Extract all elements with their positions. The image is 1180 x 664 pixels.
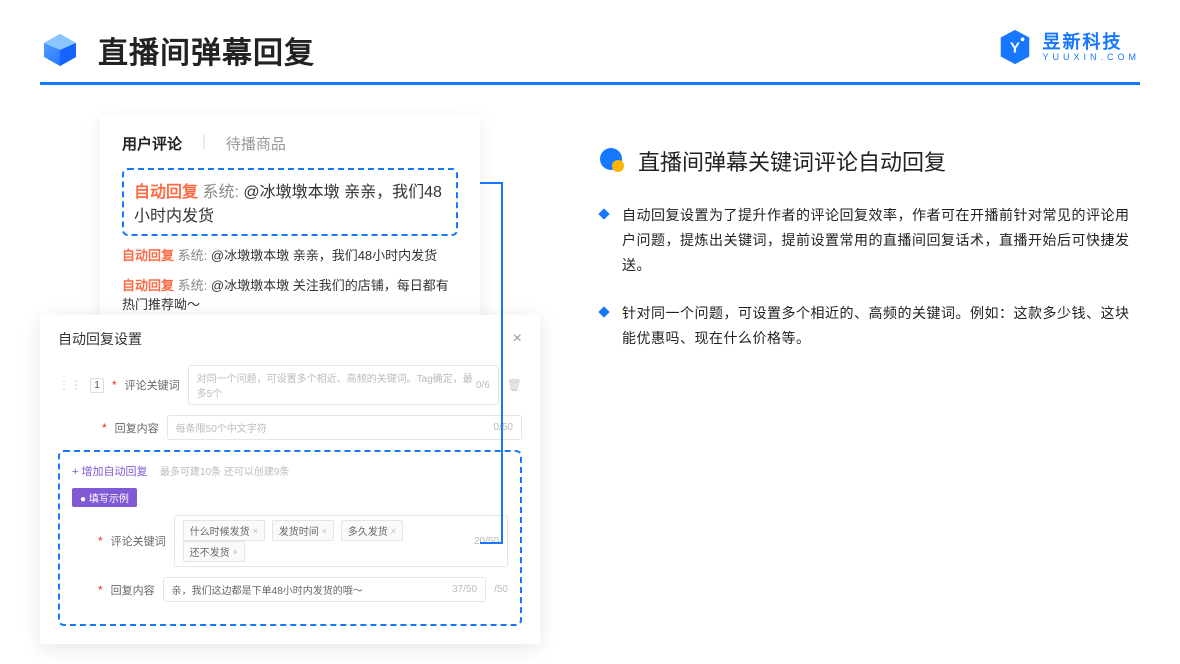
highlighted-comment: 自动回复 系统: @冰墩墩本墩 亲亲，我们48小时内发货 (122, 168, 458, 236)
tag-remove-icon[interactable]: × (253, 526, 258, 536)
example-reply-label: 回复内容 (111, 582, 155, 598)
placeholder-text: 对同一个问题，可设置多个相近、高频的关键词。Tag确定，最多5个 (197, 370, 476, 400)
outer-char-count: /50 (494, 584, 508, 595)
row-index: 1 (90, 378, 104, 393)
char-count: 0/50 (494, 422, 513, 433)
keyword-input[interactable]: 对同一个问题，可设置多个相近、高频的关键词。Tag确定，最多5个 0/6 (188, 365, 499, 405)
reply-label: 回复内容 (115, 420, 159, 436)
keyword-label: 评论关键词 (125, 377, 180, 393)
system-tag: 系统: (202, 184, 238, 201)
section-bullet-icon (600, 148, 626, 174)
add-auto-reply-link[interactable]: + 增加自动回复 (72, 466, 147, 478)
tag-remove-icon[interactable]: × (391, 526, 396, 536)
tab-separator: | (202, 133, 206, 154)
tab-user-comments[interactable]: 用户评论 (122, 133, 182, 154)
add-hint: 最多可建10条 还可以创建9条 (160, 467, 289, 478)
tag-remove-icon[interactable]: × (233, 547, 238, 557)
keyword-tag[interactable]: 多久发货× (341, 520, 403, 541)
auto-reply-tag: 自动回复 (134, 184, 198, 201)
comment-row: 自动回复 系统: @冰墩墩本墩 关注我们的店铺，每日都有热门推荐呦～ (122, 276, 458, 315)
svg-text:Y: Y (1010, 40, 1020, 57)
keyword-tag[interactable]: 发货时间× (272, 520, 334, 541)
settings-card: 自动回复设置 × ⋮⋮ 1 * 评论关键词 对同一个问题，可设置多个相近、高频的… (40, 315, 540, 644)
tag-remove-icon[interactable]: × (322, 526, 327, 536)
example-keyword-input[interactable]: 什么时候发货× 发货时间× 多久发货× 还不发货× 20/50 (174, 515, 508, 567)
paragraph-1: 自动回复设置为了提升作者的评论回复效率，作者可在开播前针对常见的评论用户问题，提… (622, 203, 1140, 279)
paragraph-2: 针对同一个问题，可设置多个相近的、高频的关键词。例如：这款多少钱、这块能优惠吗、… (622, 301, 1140, 351)
keyword-tag[interactable]: 什么时候发货× (183, 520, 265, 541)
char-count: 37/50 (452, 584, 477, 595)
cube-icon (40, 30, 80, 70)
required-star: * (102, 421, 107, 435)
comment-card: 用户评论 | 待播商品 自动回复 系统: @冰墩墩本墩 亲亲，我们48小时内发货… (100, 115, 480, 347)
brand-name-cn: 昱新科技 (1042, 33, 1140, 51)
required-star: * (98, 534, 103, 548)
fill-example-badge: ● 填写示例 (72, 488, 137, 507)
system-tag: 系统: (178, 278, 208, 293)
example-reply-input[interactable]: 亲，我们这边都是下单48小时内发货的哦～ 37/50 (163, 577, 486, 602)
system-tag: 系统: (178, 248, 208, 263)
placeholder-text: 每条限50个中文字符 (176, 420, 267, 435)
diamond-bullet-icon (598, 208, 609, 219)
close-icon[interactable]: × (513, 330, 522, 348)
required-star: * (112, 378, 117, 392)
char-count: 20/50 (474, 536, 499, 547)
reply-text: 亲，我们这边都是下单48小时内发货的哦～ (172, 582, 363, 597)
comment-text: @冰墩墩本墩 亲亲，我们48小时内发货 (211, 248, 437, 263)
tab-pending-products[interactable]: 待播商品 (226, 133, 286, 154)
comment-row: 自动回复 系统: @冰墩墩本墩 亲亲，我们48小时内发货 (122, 246, 458, 266)
section-title: 直播间弹幕关键词评论自动回复 (638, 145, 946, 177)
reply-input[interactable]: 每条限50个中文字符 0/50 (167, 415, 522, 440)
brand-name-en: YUUXIN.COM (1042, 53, 1140, 62)
keyword-tag[interactable]: 还不发货× (183, 541, 245, 562)
auto-reply-tag: 自动回复 (122, 248, 174, 263)
drag-handle-icon[interactable]: ⋮⋮ (58, 378, 82, 392)
auto-reply-tag: 自动回复 (122, 278, 174, 293)
example-keyword-label: 评论关键词 (111, 533, 166, 549)
char-count: 0/6 (476, 380, 490, 391)
trash-icon[interactable]: 🗑 (507, 378, 522, 392)
example-box: + 增加自动回复 最多可建10条 还可以创建9条 ● 填写示例 * 评论关键词 … (58, 450, 522, 626)
required-star: * (98, 583, 103, 597)
page-title: 直播间弹幕回复 (98, 28, 315, 72)
tags-container: 什么时候发货× 发货时间× 多久发货× 还不发货× (183, 520, 474, 562)
settings-title: 自动回复设置 (58, 329, 142, 349)
brand-logo: Y 昱新科技 YUUXIN.COM (996, 28, 1140, 66)
diamond-bullet-icon (598, 306, 609, 317)
